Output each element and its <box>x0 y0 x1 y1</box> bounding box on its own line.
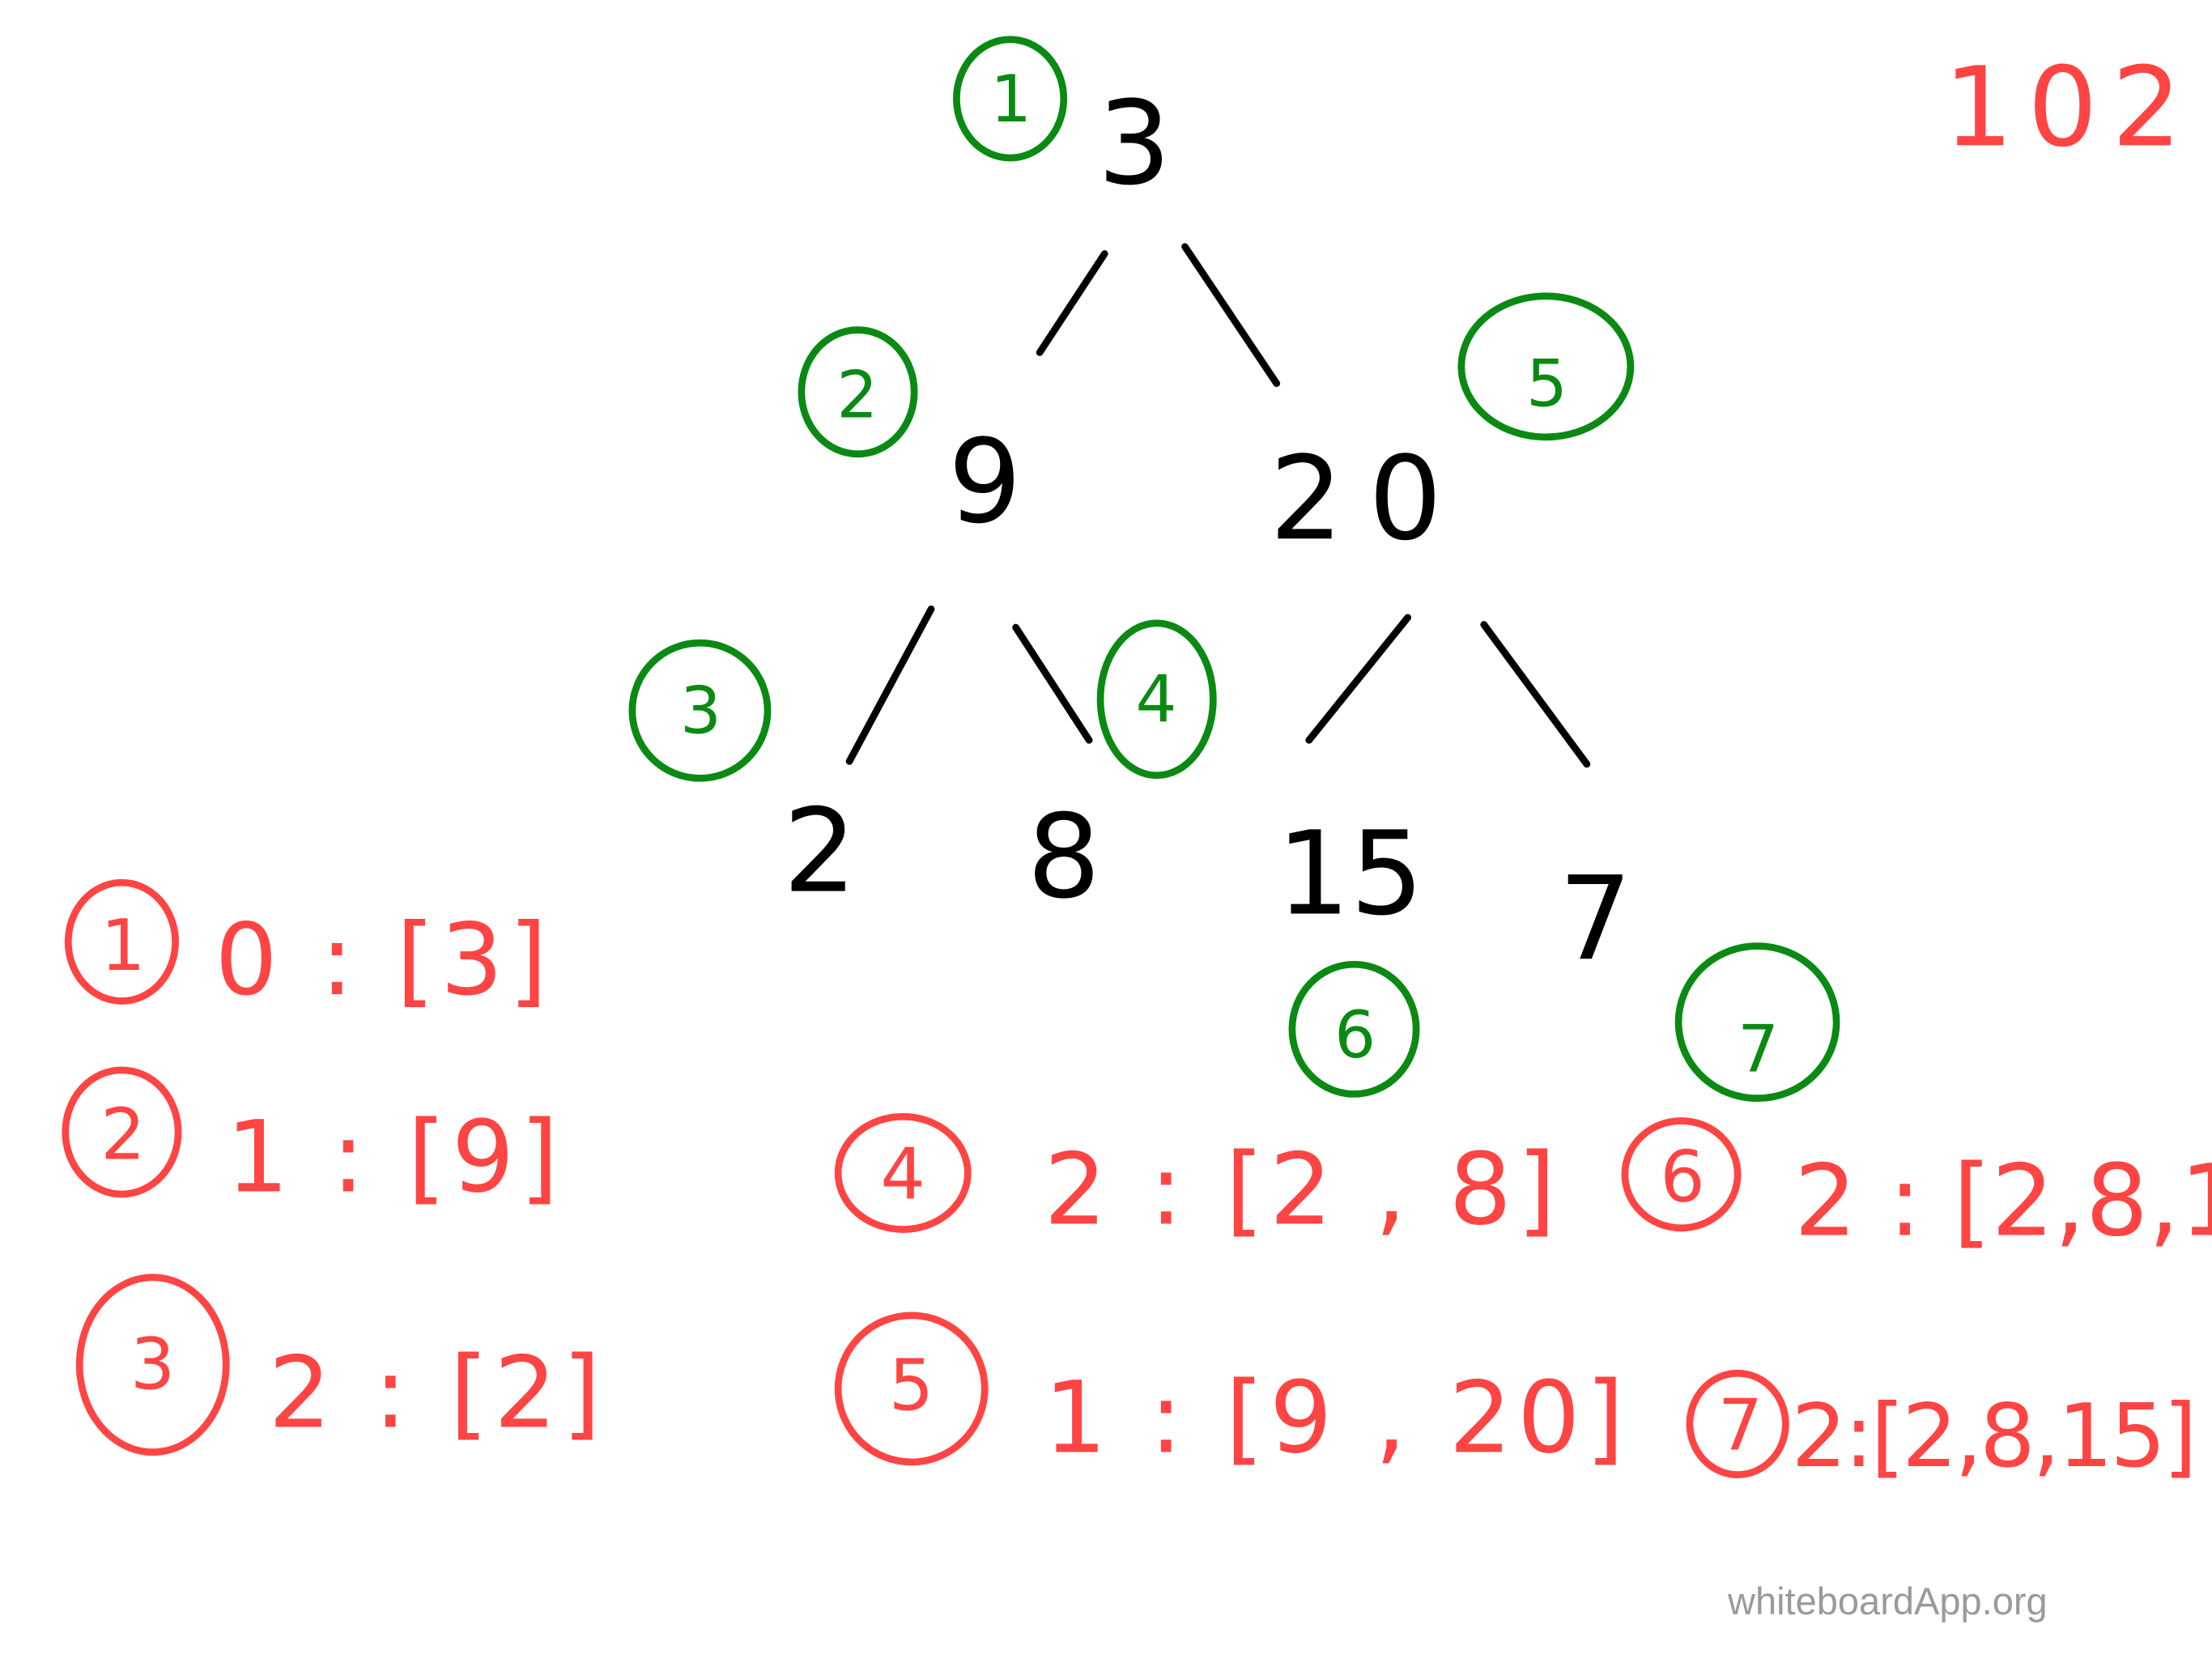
svg-text:2 : [2,8,15]: 2 : [2,8,15] <box>1794 1144 2212 1259</box>
svg-text:6: 6 <box>1660 1136 1704 1218</box>
tree-node-15: 15 <box>1277 806 1424 941</box>
svg-text:1 : [9 , 20]: 1 : [9 , 20] <box>1044 1361 1630 1476</box>
tree-node-8: 8 <box>1027 789 1100 925</box>
edge-9-8 <box>1012 623 1093 744</box>
order-marker-2: 2 <box>798 326 918 458</box>
watermark: whiteboardApp.org <box>1727 1579 2048 1622</box>
order-marker-7: 7 <box>1674 942 1840 1102</box>
svg-text:2: 2 <box>836 357 878 432</box>
step-7: 7 2:[2,8,15] <box>1686 1369 2197 1487</box>
order-marker-5: 5 <box>1457 292 1635 441</box>
edge-20-7 <box>1480 621 1591 768</box>
edge-20-15 <box>1305 614 1412 744</box>
svg-text:2 : [2 , 8]: 2 : [2 , 8] <box>1044 1133 1561 1248</box>
tree-node-2: 2 <box>783 784 857 919</box>
step-1: 1 0 : [3] <box>64 878 553 1018</box>
tree-node-7: 7 <box>1559 851 1632 986</box>
order-marker-6: 6 <box>1288 960 1420 1098</box>
svg-text:1: 1 <box>100 904 145 987</box>
svg-text:1: 1 <box>990 62 1032 137</box>
order-marker-4: 4 <box>1096 619 1217 780</box>
svg-text:4: 4 <box>880 1133 925 1215</box>
edge-3-20 <box>1181 243 1281 388</box>
tree-node-9: 9 <box>948 414 1022 549</box>
svg-text:7: 7 <box>1718 1384 1763 1466</box>
edge-3-9 <box>1036 250 1108 356</box>
step-6: 6 2 : [2,8,15] <box>1621 1117 2212 1259</box>
step-5: 5 1 : [9 , 20] <box>834 1312 1630 1476</box>
svg-text:6: 6 <box>1334 997 1376 1073</box>
svg-text:2:[2,8,15]: 2:[2,8,15] <box>1791 1386 2194 1487</box>
order-marker-1: 1 <box>953 36 1068 162</box>
svg-text:5: 5 <box>889 1344 934 1426</box>
tree-node-20: 20 <box>1270 431 1467 566</box>
whiteboard-canvas[interactable]: 3 9 20 2 8 15 7 1 2 3 4 5 6 7 102 1 0 : … <box>0 0 2212 1658</box>
svg-text:0 : [3]: 0 : [3] <box>215 903 553 1018</box>
svg-text:4: 4 <box>1136 662 1177 738</box>
svg-text:5: 5 <box>1526 346 1568 422</box>
svg-text:7: 7 <box>1738 1012 1779 1087</box>
svg-text:3: 3 <box>680 674 721 749</box>
svg-text:3: 3 <box>130 1323 175 1405</box>
svg-text:2 : [2]: 2 : [2] <box>269 1335 607 1450</box>
edge-9-2 <box>845 605 935 765</box>
step-3: 3 2 : [2] <box>75 1273 607 1456</box>
svg-text:2: 2 <box>100 1094 145 1176</box>
tree-node-root: 3 <box>1098 75 1172 210</box>
svg-text:1 : [9]: 1 : [9] <box>226 1100 564 1215</box>
step-4: 4 2 : [2 , 8] <box>834 1112 1561 1248</box>
corner-note: 102 <box>1943 44 2196 172</box>
order-marker-3: 3 <box>628 639 772 782</box>
step-2: 2 1 : [9] <box>62 1066 564 1215</box>
